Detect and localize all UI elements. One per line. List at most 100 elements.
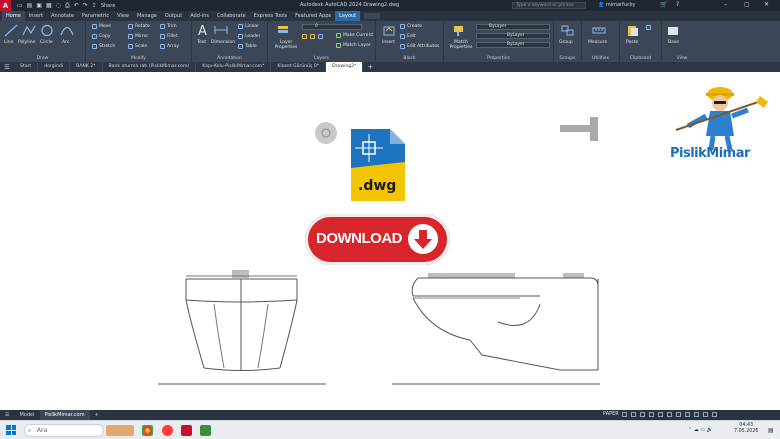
annotation-scale-icon[interactable]: [667, 412, 672, 417]
user-account[interactable]: 👤 mimarfucky: [598, 2, 635, 8]
dimension-icon[interactable]: [214, 24, 228, 37]
ortho-icon[interactable]: [640, 412, 645, 417]
rotate-button[interactable]: Rotate: [128, 24, 150, 29]
tab-insert[interactable]: Insert: [25, 11, 47, 21]
view-group-label[interactable]: View: [662, 56, 702, 61]
group-icon[interactable]: [561, 24, 575, 37]
circle-tool-label[interactable]: Circle: [40, 40, 53, 45]
paste-label[interactable]: Paste: [626, 40, 638, 45]
fullscreen-icon[interactable]: [694, 412, 699, 417]
base-view-icon[interactable]: [666, 24, 680, 37]
keyword-search-input[interactable]: Type a keyword or phrase: [512, 2, 586, 9]
create-block-button[interactable]: Create: [400, 24, 422, 29]
tab-parametric[interactable]: Parametric: [78, 11, 113, 21]
linear-button[interactable]: Linear: [238, 24, 259, 29]
minimize-icon[interactable]: –: [724, 1, 727, 8]
leader-button[interactable]: Leader: [238, 34, 260, 39]
open-file-icon[interactable]: ▤: [27, 2, 33, 9]
layer-state-icons[interactable]: [302, 34, 323, 39]
ribbon-options-toggle[interactable]: [364, 13, 381, 19]
line-tool-icon[interactable]: [4, 24, 18, 37]
autocad-logo[interactable]: A: [0, 0, 11, 11]
move-button[interactable]: Move: [92, 24, 111, 29]
copy-button[interactable]: Copy: [92, 34, 110, 39]
doc-tab-start[interactable]: Start: [14, 62, 39, 72]
array-button[interactable]: Array: [160, 44, 179, 49]
save-icon[interactable]: ▣: [36, 2, 42, 9]
match-properties-icon[interactable]: [452, 24, 466, 37]
windows-start-icon[interactable]: [6, 425, 16, 435]
menu-icon[interactable]: ☰: [0, 410, 14, 420]
notification-icon[interactable]: ▤: [768, 427, 774, 434]
text-tool-label[interactable]: Text: [197, 40, 206, 45]
close-icon[interactable]: ✕: [764, 1, 769, 8]
doc-tab[interactable]: Klozet Görünüş 0*: [271, 62, 327, 72]
doc-tab[interactable]: dorgindi: [38, 62, 71, 72]
arc-tool-icon[interactable]: [60, 24, 74, 37]
print-icon[interactable]: ⎙: [65, 2, 70, 10]
customize-icon[interactable]: [703, 412, 708, 417]
cart-icon[interactable]: 🛒: [660, 1, 667, 8]
scale-button[interactable]: Scale: [128, 44, 147, 49]
paste-icon[interactable]: [626, 24, 640, 37]
trim-button[interactable]: Trim: [160, 24, 177, 29]
tab-annotate[interactable]: Annotate: [47, 11, 78, 21]
insert-block-icon[interactable]: [382, 24, 396, 37]
opera-icon[interactable]: [162, 425, 173, 436]
layers-group-label[interactable]: Layers: [268, 56, 375, 61]
tab-collaborate[interactable]: Collaborate: [213, 11, 250, 21]
new-tab-plus-icon[interactable]: +: [363, 63, 373, 71]
tab-featured-apps[interactable]: Featured Apps: [291, 11, 335, 21]
text-tool-icon[interactable]: A: [198, 24, 207, 39]
paper-space-toggle[interactable]: PAPER: [603, 411, 619, 417]
redo-icon[interactable]: ↷: [83, 2, 88, 9]
polyline-tool-icon[interactable]: [22, 24, 36, 37]
draw-group-label[interactable]: Draw: [0, 56, 85, 61]
tab-home[interactable]: Home: [2, 11, 25, 21]
layer-properties-label[interactable]: Layer Properties: [274, 40, 298, 50]
color-dropdown[interactable]: ByLayer: [476, 24, 550, 30]
tab-layout[interactable]: Layout: [335, 11, 361, 21]
dimension-label[interactable]: Dimension: [211, 40, 235, 45]
doc-tab[interactable]: Kapı-Kolu-PislikMimar.com*: [196, 62, 272, 72]
autocad-taskbar-icon[interactable]: [181, 425, 192, 436]
layer-properties-icon[interactable]: [276, 24, 290, 37]
layout-tab-active[interactable]: PislikMimar.com: [39, 410, 90, 420]
tab-manage[interactable]: Manage: [133, 11, 161, 21]
group-label[interactable]: Group: [559, 40, 573, 45]
share-icon[interactable]: ⇪: [92, 2, 97, 9]
lineweight-dropdown[interactable]: ByLayer: [476, 42, 550, 48]
properties-group-label[interactable]: Properties: [444, 56, 553, 61]
mirror-button[interactable]: Mirror: [128, 34, 148, 39]
file-explorer-icon[interactable]: [200, 425, 211, 436]
undo-icon[interactable]: ↶: [74, 2, 79, 9]
modify-group-label[interactable]: Modify: [86, 56, 191, 61]
download-button[interactable]: DOWNLOAD: [305, 214, 450, 265]
drawing-canvas[interactable]: .dwg DOWNLOAD PislikMimar: [0, 72, 780, 410]
edit-block-button[interactable]: Edit: [400, 34, 416, 39]
osnap-icon[interactable]: [658, 412, 663, 417]
isolate-icon[interactable]: [685, 412, 690, 417]
measure-icon[interactable]: [592, 24, 606, 37]
taskbar-clock[interactable]: 04:43 7.05.2026: [734, 423, 758, 435]
workspace-icon[interactable]: [676, 412, 681, 417]
utilities-group-label[interactable]: Utilities: [582, 56, 619, 61]
status-menu-icon[interactable]: [712, 412, 717, 417]
help-icon[interactable]: ?: [676, 1, 679, 8]
share-button[interactable]: Share: [101, 3, 115, 9]
system-tray[interactable]: ⌃ ☁ ▭ 🔊: [688, 427, 713, 433]
polyline-tool-label[interactable]: Polyline: [18, 40, 35, 45]
doc-tab-active[interactable]: Drawing2*: [326, 62, 364, 72]
make-current-button[interactable]: Make Current: [336, 33, 373, 38]
stretch-button[interactable]: Stretch: [92, 44, 115, 49]
snap-icon[interactable]: [631, 412, 636, 417]
new-file-icon[interactable]: ▭: [17, 2, 23, 9]
fillet-button[interactable]: Fillet: [160, 34, 178, 39]
linetype-dropdown[interactable]: ByLayer: [476, 33, 550, 39]
groups-group-label[interactable]: Groups: [554, 56, 581, 61]
grid-icon[interactable]: [622, 412, 627, 417]
doc-tab[interactable]: Bank oturma ratı (PislikMimar.com): [103, 62, 197, 72]
tab-output[interactable]: Output: [161, 11, 186, 21]
save-as-icon[interactable]: ▦: [46, 2, 52, 9]
edit-attributes-button[interactable]: Edit Attributes: [400, 44, 439, 49]
